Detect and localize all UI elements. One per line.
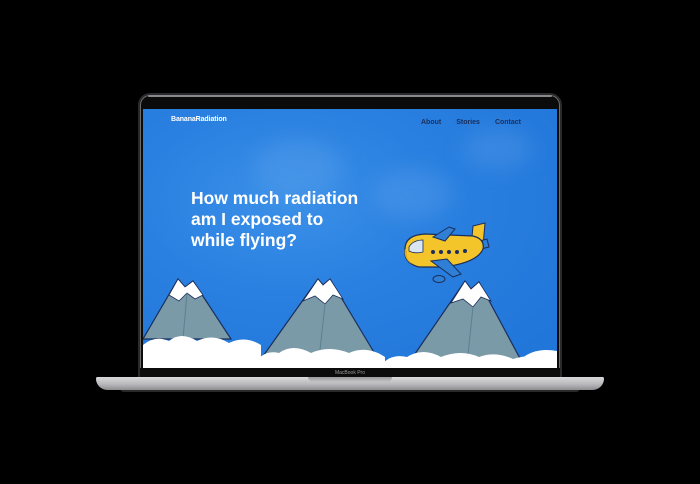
nav-link-contact[interactable]: Contact: [495, 119, 521, 126]
site-header: BananaRadiation About Stories Contact: [143, 109, 557, 133]
browser-viewport: BananaRadiation About Stories Contact Ho…: [143, 109, 557, 368]
device-mockup: BananaRadiation About Stories Contact Ho…: [0, 0, 700, 484]
laptop-lip-notch: [308, 377, 392, 382]
laptop-lid-edge: [148, 95, 552, 97]
nav-link-about[interactable]: About: [421, 119, 441, 126]
airplane-icon: [404, 222, 490, 283]
site-logo[interactable]: BananaRadiation: [171, 116, 227, 123]
hero-headline: How much radiation am I exposed to while…: [191, 188, 359, 250]
nav-link-stories[interactable]: Stories: [456, 119, 480, 126]
device-model-label: MacBook Pro: [334, 370, 365, 376]
main-navigation: About Stories Contact: [421, 119, 521, 126]
